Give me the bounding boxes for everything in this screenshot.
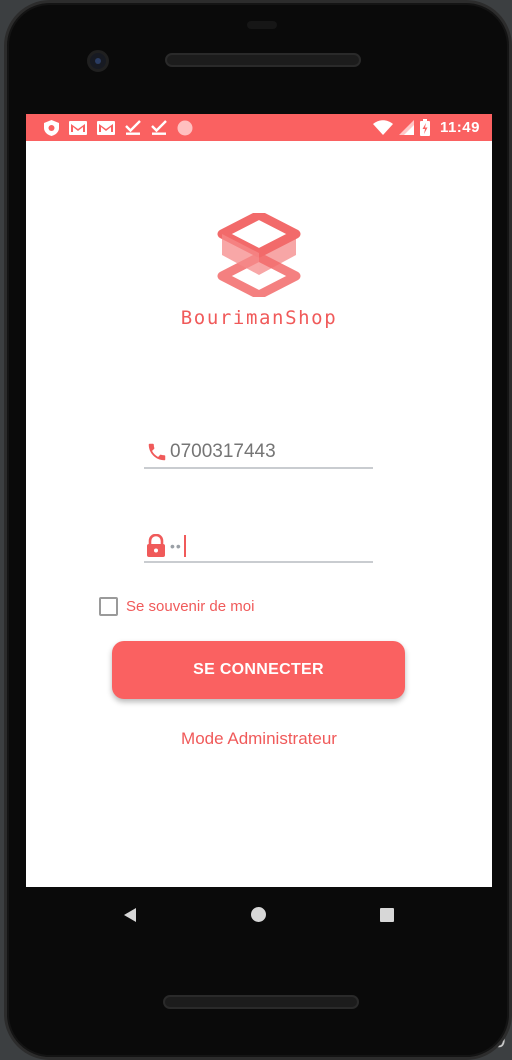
password-field[interactable]: •• — [144, 530, 373, 563]
home-icon[interactable] — [250, 907, 266, 922]
notification-icons — [44, 119, 193, 136]
lock-icon — [144, 533, 170, 558]
password-masked-value[interactable]: •• — [170, 538, 182, 554]
download-done-icon — [125, 120, 141, 135]
shop-logo-icon — [217, 213, 301, 297]
download-done-icon — [151, 120, 167, 135]
phone-field[interactable] — [144, 436, 373, 469]
phone-icon — [144, 441, 170, 463]
record-dot-icon — [177, 120, 193, 136]
remember-me-row[interactable]: Se souvenir de moi — [99, 597, 254, 616]
remember-me-checkbox[interactable] — [99, 597, 118, 616]
gmail-icon — [97, 120, 115, 135]
front-camera-icon — [87, 50, 109, 72]
brand-name: BourimanShop — [180, 307, 338, 329]
back-icon[interactable] — [124, 907, 136, 922]
signal-icon — [398, 120, 414, 135]
earpiece-speaker — [165, 53, 361, 67]
wifi-icon — [372, 120, 393, 135]
text-cursor — [183, 534, 186, 557]
battery-charging-icon — [419, 119, 430, 136]
phone-input[interactable] — [170, 440, 360, 463]
login-button[interactable]: SE CONNECTER — [112, 641, 405, 699]
proximity-sensor — [247, 21, 277, 29]
system-nav-bar — [26, 887, 492, 942]
recent-apps-icon[interactable] — [380, 907, 394, 922]
admin-mode-link[interactable]: Mode Administrateur — [26, 729, 492, 749]
shield-icon — [44, 119, 59, 136]
remember-me-label[interactable]: Se souvenir de moi — [126, 598, 254, 615]
system-icons: 11:49 — [372, 119, 480, 136]
status-bar: 11:49 — [26, 114, 492, 141]
device-screen: 11:49 BourimanShop •• Se souvenir de moi… — [26, 114, 492, 887]
bottom-speaker — [163, 995, 359, 1009]
status-time: 11:49 — [439, 119, 480, 136]
gmail-icon — [69, 120, 87, 135]
